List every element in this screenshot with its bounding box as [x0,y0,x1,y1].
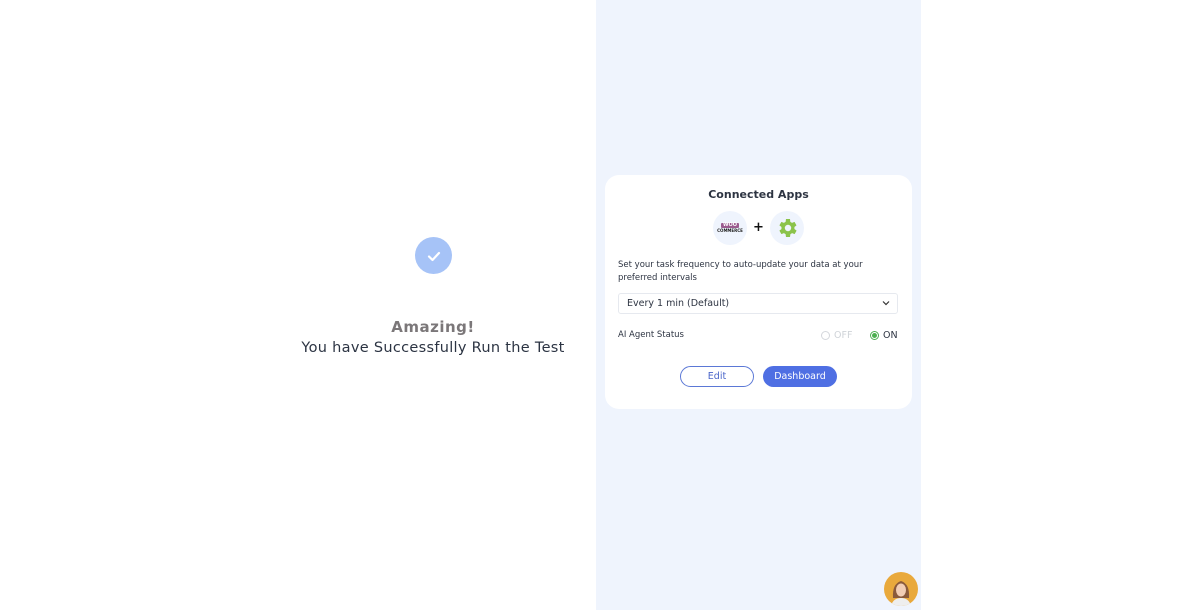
frequency-selected-value: Every 1 min (Default) [627,298,730,309]
frequency-description: Set your task frequency to auto-update y… [618,260,863,283]
woocommerce-logo: WOO COMMERCE [713,211,747,245]
chevron-down-icon [881,298,891,311]
frequency-select[interactable]: Every 1 min (Default) [618,293,898,314]
agent-status-on-radio[interactable]: ON [870,330,898,341]
edit-button[interactable]: Edit [680,366,754,387]
off-label: OFF [834,330,853,341]
check-circle-icon [415,237,452,274]
on-label: ON [883,330,898,341]
assistant-avatar[interactable] [884,572,918,606]
plus-icon: + [753,220,764,235]
connected-apps-panel: Connected Apps WOO COMMERCE + Set your t… [596,0,921,610]
commerce-label: COMMERCE [717,228,743,233]
radio-unchecked-icon [821,331,830,340]
radio-checked-icon [870,331,879,340]
dashboard-button[interactable]: Dashboard [763,366,837,387]
agent-status-label: AI Agent Status [618,330,684,340]
gear-icon [770,211,804,245]
agent-status-off-radio[interactable]: OFF [821,330,852,341]
connected-apps-card: Connected Apps WOO COMMERCE + Set your t… [605,175,912,409]
success-panel: Amazing! You have Successfully Run the T… [0,0,596,610]
card-title: Connected Apps [708,188,809,201]
